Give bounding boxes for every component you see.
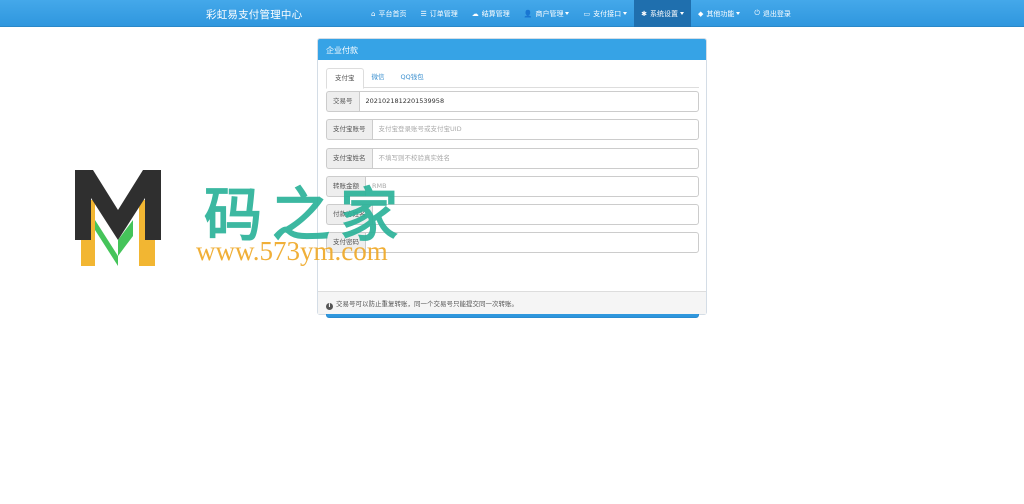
form-row: 支付宝账号 支付宝登录账号或支付宝UID bbox=[326, 119, 699, 140]
nav-item-5[interactable]: ✱ 系统设置 bbox=[634, 0, 691, 27]
caret-down-icon bbox=[736, 12, 741, 15]
watermark-url: www.573ym.com bbox=[196, 236, 388, 266]
nav-item-label: 平台首页 bbox=[378, 9, 407, 18]
caret-down-icon bbox=[565, 12, 570, 15]
nav-item-label: 结算管理 bbox=[481, 9, 510, 18]
nav-item-label: 订单管理 bbox=[429, 9, 458, 18]
form-row: 交易号 2021021812201539958 bbox=[326, 91, 699, 112]
field-input[interactable]: RMB bbox=[365, 176, 699, 197]
nav-item-2[interactable]: ☁ 结算管理 bbox=[465, 0, 517, 27]
cube-icon: ◆ bbox=[697, 9, 704, 18]
nav-item-label: 退出登录 bbox=[762, 9, 791, 18]
cloud-icon: ☁ bbox=[471, 9, 479, 18]
nav-item-0[interactable]: ⌂ 平台首页 bbox=[364, 0, 413, 27]
brand-title[interactable]: 彩虹易支付管理中心 bbox=[206, 7, 302, 22]
field-input[interactable] bbox=[365, 232, 699, 253]
field-input[interactable]: 支付宝登录账号或支付宝UID bbox=[371, 119, 699, 140]
tab-1[interactable]: 微信 bbox=[364, 68, 393, 88]
nav-item-label: 其他功能 bbox=[706, 9, 735, 18]
nav-item-7[interactable]: ⏻ 退出登录 bbox=[747, 0, 798, 27]
main-nav: ⌂ 平台首页 ☰ 订单管理 ☁ 结算管理 👤 商户管理 ▭ 支付接口 ✱ 系统设置 ◆ 其他功能 ⏻ 退出登录 bbox=[364, 0, 798, 27]
panel-title: 企业付款 bbox=[318, 39, 706, 60]
info-icon: i bbox=[326, 303, 333, 310]
form-row: 支付宝姓名 不填写则不校验真实姓名 bbox=[326, 148, 699, 169]
list-icon: ☰ bbox=[420, 9, 427, 18]
field-label: 支付宝账号 bbox=[326, 119, 372, 140]
panel-footer: i 交易号可以防止重复转账，同一个交易号只能提交同一次转账。 bbox=[318, 291, 706, 314]
watermark-logo-icon bbox=[75, 170, 161, 266]
nav-item-label: 支付接口 bbox=[593, 9, 622, 18]
nav-item-3[interactable]: 👤 商户管理 bbox=[517, 0, 577, 27]
gear-icon: ✱ bbox=[641, 9, 647, 18]
field-label: 支付宝姓名 bbox=[326, 148, 372, 169]
caret-down-icon bbox=[623, 12, 628, 15]
power-icon: ⏻ bbox=[754, 9, 760, 17]
credit-card-icon: ▭ bbox=[583, 9, 591, 18]
field-input[interactable]: 2021021812201539958 bbox=[358, 91, 699, 112]
nav-item-6[interactable]: ◆ 其他功能 bbox=[691, 0, 747, 27]
field-input[interactable]: 不填写则不校验真实姓名 bbox=[371, 148, 699, 169]
caret-down-icon bbox=[679, 12, 684, 15]
nav-item-4[interactable]: ▭ 支付接口 bbox=[576, 0, 634, 27]
panel-body: 支付宝 微信 QQ钱包 交易号 2021021812201539958 支付宝账号 支付宝… bbox=[326, 68, 699, 318]
user-icon: 👤 bbox=[523, 9, 533, 18]
field-label: 交易号 bbox=[326, 91, 359, 112]
footer-note: 交易号可以防止重复转账，同一个交易号只能提交同一次转账。 bbox=[336, 300, 518, 308]
nav-item-1[interactable]: ☰ 订单管理 bbox=[413, 0, 464, 27]
nav-item-label: 商户管理 bbox=[535, 9, 564, 18]
home-icon: ⌂ bbox=[371, 9, 376, 18]
payment-method-tabs: 支付宝 微信 QQ钱包 bbox=[326, 68, 699, 89]
top-navbar: 彩虹易支付管理中心 ⌂ 平台首页 ☰ 订单管理 ☁ 结算管理 👤 商户管理 ▭ 支付接口 ✱ 系统设置… bbox=[0, 0, 1024, 27]
tab-2[interactable]: QQ钱包 bbox=[393, 68, 432, 88]
tab-0[interactable]: 支付宝 bbox=[326, 68, 364, 89]
field-input[interactable] bbox=[371, 204, 699, 225]
nav-item-label: 系统设置 bbox=[649, 9, 678, 18]
